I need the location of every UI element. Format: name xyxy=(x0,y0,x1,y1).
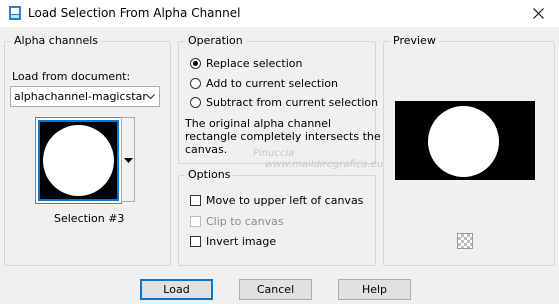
watermark-line1: Pinuccia xyxy=(253,148,295,159)
watermark-line2: www.maildiregrafica.eu xyxy=(265,159,384,170)
clip-to-canvas-label[interactable]: Clip to canvas xyxy=(206,215,284,228)
watermark: Pinuccia www.maildiregrafica.eu xyxy=(225,148,383,170)
add-to-selection-label[interactable]: Add to current selection xyxy=(206,77,338,90)
close-button[interactable] xyxy=(517,0,559,27)
preview-label: Preview xyxy=(390,34,439,47)
document-dropdown[interactable]: alphachannel-magicstar xyxy=(10,86,160,107)
document-dropdown-value: alphachannel-magicstar xyxy=(14,90,147,103)
preview-image xyxy=(395,101,535,180)
invert-image-label[interactable]: Invert image xyxy=(206,235,276,248)
operation-label: Operation xyxy=(185,34,246,47)
app-icon xyxy=(9,6,21,20)
add-to-selection-radio[interactable] xyxy=(190,78,201,89)
replace-selection-label[interactable]: Replace selection xyxy=(206,57,302,70)
replace-selection-radio[interactable] xyxy=(190,58,201,69)
cancel-button[interactable]: Cancel xyxy=(239,279,312,300)
dropdown-arrow-icon xyxy=(124,158,133,163)
selection-thumbnail-frame[interactable] xyxy=(35,117,122,204)
title-bar: Load Selection From Alpha Channel xyxy=(0,0,559,27)
clip-to-canvas-checkbox[interactable] xyxy=(190,216,201,227)
operation-message-line2: rectangle completely intersects the xyxy=(185,130,381,143)
transparency-toggle-icon[interactable] xyxy=(457,233,473,249)
subtract-selection-radio[interactable] xyxy=(190,97,201,108)
operation-message-line1: The original alpha channel xyxy=(185,117,332,130)
move-upper-left-checkbox[interactable] xyxy=(190,195,201,206)
invert-image-checkbox[interactable] xyxy=(190,236,201,247)
help-button[interactable]: Help xyxy=(338,279,411,300)
chevron-down-icon xyxy=(146,94,155,100)
move-upper-left-label[interactable]: Move to upper left of canvas xyxy=(206,194,363,207)
alpha-channels-label: Alpha channels xyxy=(11,34,102,47)
load-button[interactable]: Load xyxy=(140,279,213,300)
selection-thumbnail xyxy=(38,120,119,201)
thumbnail-circle xyxy=(43,125,114,196)
preview-circle xyxy=(428,106,499,177)
load-from-document-label: Load from document: xyxy=(12,70,131,83)
close-icon xyxy=(532,8,544,19)
thumbnail-dropdown-button[interactable] xyxy=(121,117,135,202)
window-title: Load Selection From Alpha Channel xyxy=(28,6,241,20)
subtract-selection-label[interactable]: Subtract from current selection xyxy=(206,96,378,109)
selection-name: Selection #3 xyxy=(54,212,125,225)
operation-message-line3: canvas. xyxy=(185,143,228,156)
